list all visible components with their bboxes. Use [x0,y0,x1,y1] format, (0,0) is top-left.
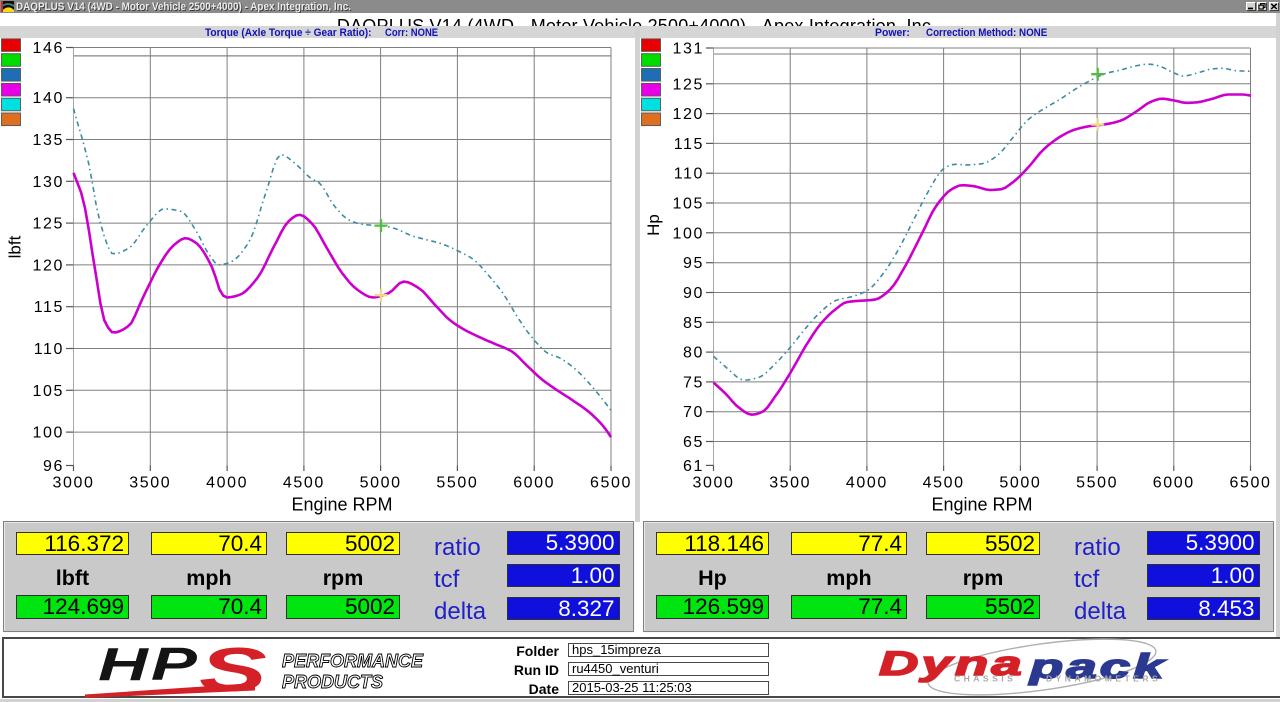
svg-text:lbft: lbft [6,235,25,258]
svg-text:120: 120 [33,257,65,274]
svg-text:110: 110 [674,166,704,183]
svg-text:131: 131 [673,41,705,58]
svg-text:4000: 4000 [206,475,248,492]
svg-text:95: 95 [683,255,704,272]
svg-text:85: 85 [683,315,704,332]
svg-text:3500: 3500 [769,474,811,491]
svg-text:96: 96 [43,458,64,475]
svg-text:105: 105 [33,383,65,400]
svg-text:5500: 5500 [436,475,478,492]
svg-text:Hp: Hp [644,214,663,236]
svg-text:5000: 5000 [360,475,402,492]
svg-text:S: S [199,638,267,702]
svg-text:105: 105 [673,196,705,213]
svg-text:4500: 4500 [923,474,965,491]
svg-text:Engine RPM: Engine RPM [931,495,1032,515]
svg-text:125: 125 [33,216,65,233]
svg-text:5500: 5500 [1076,474,1118,491]
svg-text:3500: 3500 [129,475,171,492]
svg-text:6000: 6000 [1153,474,1195,491]
svg-text:PRODUCTS: PRODUCTS [282,672,383,692]
svg-text:5000: 5000 [999,474,1041,491]
svg-text:65: 65 [683,434,704,451]
svg-text:120: 120 [673,106,705,123]
svg-text:115: 115 [674,136,704,153]
svg-text:100: 100 [33,425,65,442]
svg-text:146: 146 [33,40,65,57]
svg-text:90: 90 [683,285,704,302]
svg-text:130: 130 [33,174,65,191]
svg-text:DYNAMOMETERS: DYNAMOMETERS [1046,674,1161,684]
svg-text:PERFORMANCE: PERFORMANCE [282,651,424,671]
svg-text:135: 135 [33,132,65,149]
svg-text:115: 115 [34,299,64,316]
svg-text:125: 125 [673,76,705,93]
svg-text:CHASSIS: CHASSIS [954,674,1016,684]
svg-text:3000: 3000 [693,474,735,491]
svg-text:3000: 3000 [53,475,95,492]
svg-text:100: 100 [673,225,705,242]
svg-text:4500: 4500 [283,475,325,492]
svg-text:6500: 6500 [1230,474,1272,491]
svg-text:110: 110 [34,341,64,358]
svg-text:4000: 4000 [846,474,888,491]
svg-text:80: 80 [683,345,704,362]
svg-text:70: 70 [683,404,704,421]
svg-text:75: 75 [683,374,704,391]
svg-text:140: 140 [33,90,65,107]
svg-text:61: 61 [683,458,704,475]
svg-text:6500: 6500 [590,475,632,492]
svg-text:Engine RPM: Engine RPM [291,495,392,515]
svg-text:6000: 6000 [513,475,555,492]
svg-text:HP: HP [98,639,200,690]
